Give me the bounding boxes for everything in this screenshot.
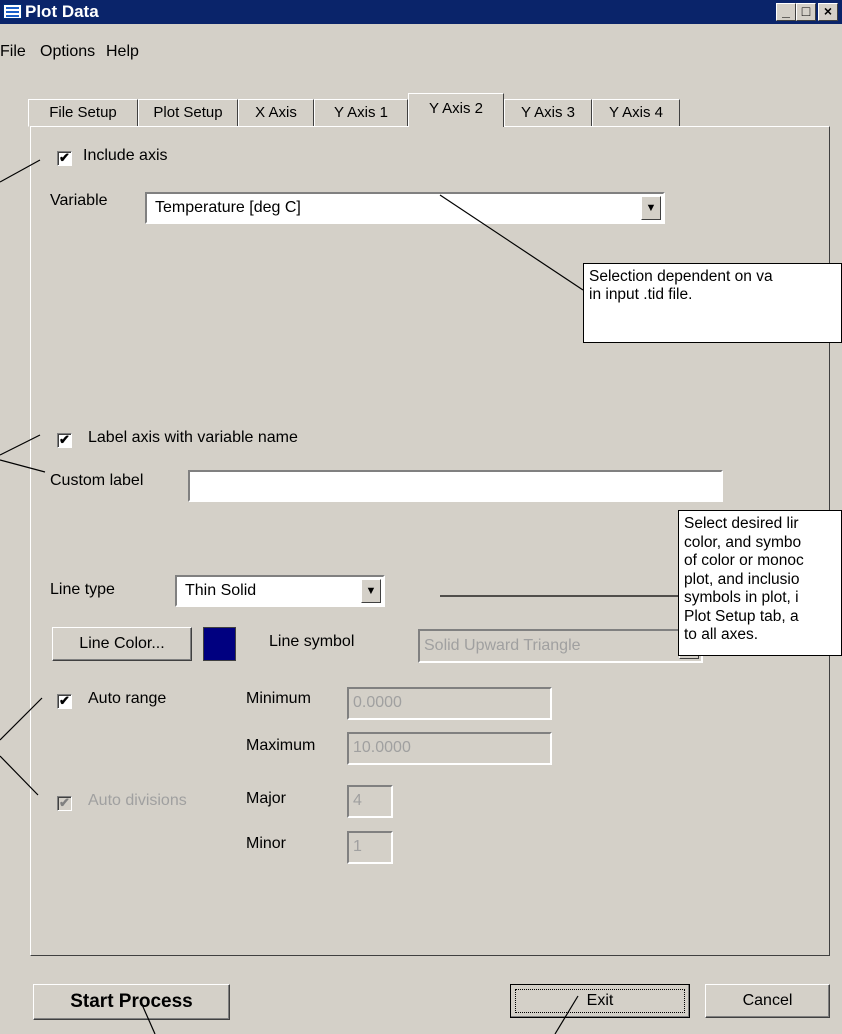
tab-y-axis-2[interactable]: Y Axis 2 (408, 93, 504, 127)
leader-line (0, 755, 39, 796)
leader-line (554, 995, 579, 1034)
leader-line (0, 459, 46, 473)
leader-line (439, 194, 584, 291)
annotation-leader-lines (0, 159, 678, 1034)
leader-line (0, 434, 41, 456)
leader-line (0, 159, 41, 183)
leader-line (139, 999, 156, 1034)
plot-data-window: Plot Data _ □ × File Options Help File S… (0, 0, 842, 1034)
leader-line (0, 697, 43, 741)
